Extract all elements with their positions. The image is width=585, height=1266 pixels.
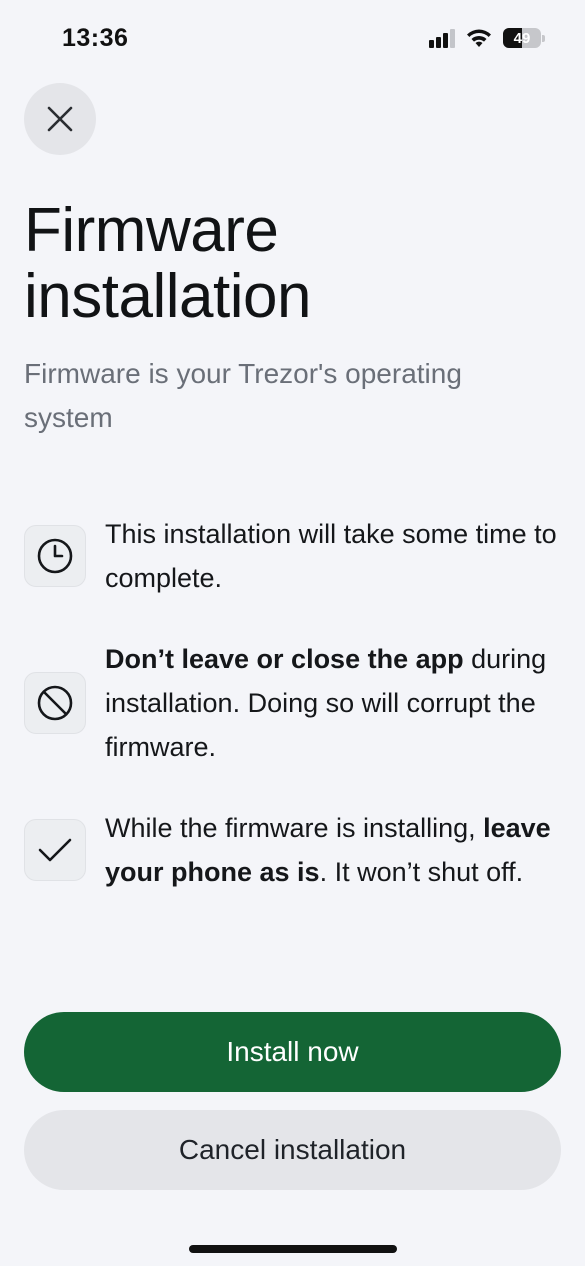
info-text: While the firmware is installing, leave … [105,813,551,887]
prohibited-icon [37,685,73,721]
page-title: Firmware installation [24,196,311,331]
cellular-signal-icon [429,28,455,48]
wifi-icon [467,29,491,47]
info-item-duration: This installation will take some time to… [24,512,569,600]
close-icon [47,106,73,132]
info-icon-container [24,525,86,587]
info-icon-container [24,819,86,881]
info-text: Don’t leave or close the app during inst… [105,644,547,762]
check-icon [38,838,72,862]
battery-icon: 49 [503,28,541,48]
install-now-button[interactable]: Install now [24,1012,561,1092]
clock-icon [37,538,73,574]
home-indicator[interactable] [189,1245,397,1253]
firmware-installation-screen: 13:36 49 Firmware installation Firmware … [0,0,585,1266]
close-button[interactable] [24,83,96,155]
info-text: This installation will take some time to… [105,519,557,593]
cancel-installation-button[interactable]: Cancel installation [24,1110,561,1190]
info-icon-container [24,672,86,734]
status-icons: 49 [429,28,545,48]
battery-level: 49 [513,29,531,47]
info-list: This installation will take some time to… [24,512,569,894]
page-subtitle: Firmware is your Trezor's operating syst… [24,358,462,433]
status-time: 13:36 [62,24,129,52]
info-item-do-not-close: Don’t leave or close the app during inst… [24,637,569,769]
info-item-leave-phone: While the firmware is installing, leave … [24,806,569,894]
